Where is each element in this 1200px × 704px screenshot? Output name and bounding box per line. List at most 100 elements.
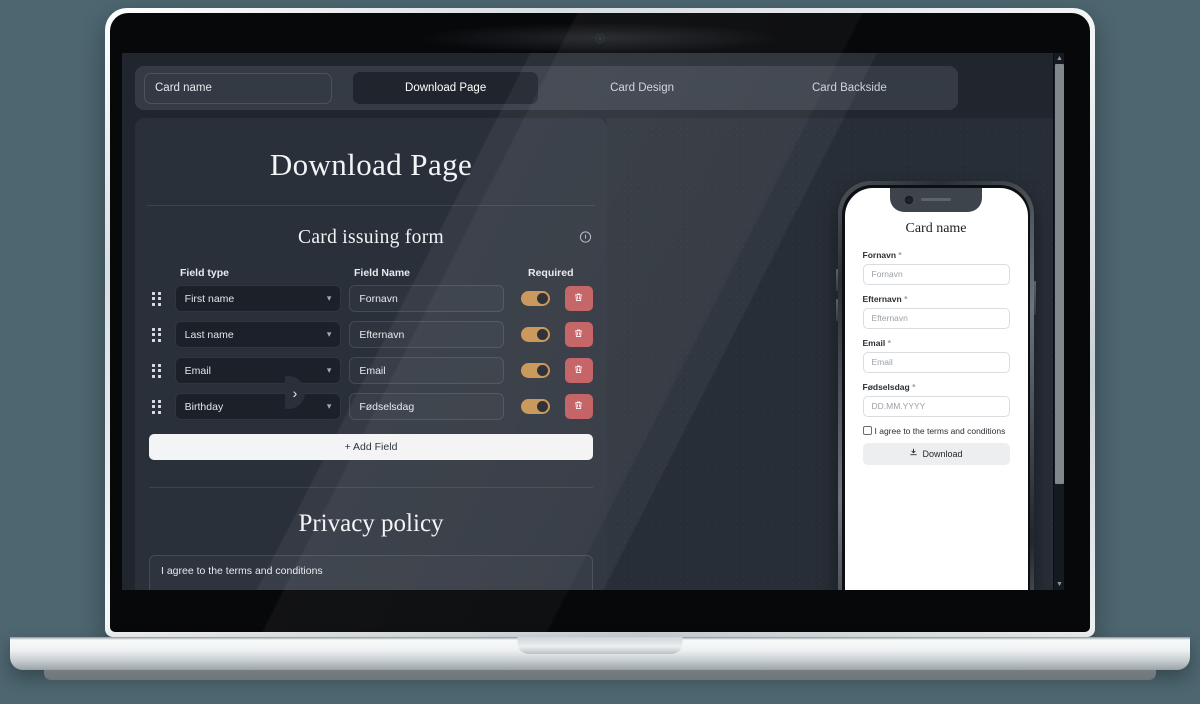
download-button-label: Download xyxy=(922,448,963,459)
column-header-field-name: Field Name xyxy=(354,267,411,279)
browser-viewport: Card name Download Page Card Design Card… xyxy=(122,53,1064,590)
preview-field-input[interactable]: Fornavn xyxy=(862,263,1010,285)
chevron-down-icon: ▾ xyxy=(326,293,332,303)
download-icon xyxy=(909,448,918,459)
field-type-select[interactable]: Last name ▾ xyxy=(174,321,342,348)
preview-fields-container: Fornavn * Fornavn Efternavn * Efternavn Emai… xyxy=(862,250,1010,417)
drag-handle-icon[interactable] xyxy=(149,327,167,342)
required-toggle[interactable] xyxy=(521,363,550,378)
field-name-input[interactable]: Fødselsdag xyxy=(349,393,505,420)
drag-handle-icon[interactable] xyxy=(149,363,167,378)
field-type-value: First name xyxy=(184,292,235,305)
table-row: Last name ▾ Efternavn xyxy=(135,321,607,348)
delete-field-button[interactable] xyxy=(564,394,593,419)
preview-field-label: Email * xyxy=(863,338,1010,348)
phone-volume-down-button xyxy=(836,299,838,321)
field-name-input[interactable]: Efternavn xyxy=(349,321,505,348)
section-title: Card issuing form xyxy=(298,227,444,248)
phone-power-button xyxy=(1034,281,1036,315)
section-header: Card issuing form xyxy=(135,206,607,267)
laptop-screen: Card name Download Page Card Design Card… xyxy=(110,13,1090,632)
drag-handle-icon[interactable] xyxy=(149,291,167,306)
required-asterisk: * xyxy=(887,337,891,348)
preview-card-title: Card name xyxy=(905,220,967,236)
column-header-field-type: Field type xyxy=(180,267,230,279)
chevron-down-icon: ▾ xyxy=(326,329,332,339)
field-name-input[interactable]: Fornavn xyxy=(349,285,505,312)
field-type-value: Birthday xyxy=(184,400,224,413)
field-name-input[interactable]: Email xyxy=(349,357,505,384)
trash-icon xyxy=(573,326,584,344)
phone-screen: Card name Fornavn * Fornavn Efternavn * Eft… xyxy=(844,187,1028,590)
field-type-value: Email xyxy=(184,364,211,377)
preview-field: Fornavn * Fornavn xyxy=(862,250,1010,285)
privacy-policy-textarea[interactable]: I agree to the terms and conditions xyxy=(149,555,593,590)
drag-handle-icon[interactable] xyxy=(149,399,167,414)
card-name-input[interactable]: Card name xyxy=(144,72,332,104)
delete-field-button[interactable] xyxy=(564,286,593,311)
scrollbar-down-arrow[interactable]: ▼ xyxy=(1054,579,1064,590)
laptop-lid: Card name Download Page Card Design Card… xyxy=(105,8,1095,637)
preview-consent-row: I agree to the terms and conditions xyxy=(862,425,1010,436)
vertical-scrollbar[interactable]: ▲ ▼ xyxy=(1053,53,1064,590)
field-type-value: Last name xyxy=(184,328,234,341)
add-field-button[interactable]: + Add Field xyxy=(149,434,593,460)
trash-icon xyxy=(573,290,584,308)
delete-field-button[interactable] xyxy=(564,358,593,383)
preview-field: Fødselsdag * DD.MM.YYYY xyxy=(862,382,1010,417)
screenshot-stage: Card name Download Page Card Design Card… xyxy=(0,0,1200,704)
preview-field-label-text: Fødselsdag xyxy=(862,381,910,392)
phone-preview-area: Card name Fornavn * Fornavn Efternavn * Eft… xyxy=(607,118,1064,590)
preview-field: Email * Email xyxy=(862,338,1010,373)
column-headers: Field type Field Name Required xyxy=(135,267,607,279)
preview-field-input[interactable]: Email xyxy=(862,351,1010,373)
consent-checkbox[interactable] xyxy=(862,426,872,435)
phone-volume-up-button xyxy=(836,269,838,291)
top-tab-bar: Card name Download Page Card Design Card… xyxy=(135,66,958,110)
info-icon[interactable] xyxy=(579,230,592,243)
required-toggle[interactable] xyxy=(521,291,550,306)
table-row: First name ▾ Fornavn xyxy=(135,285,607,312)
preview-field-label: Fødselsdag * xyxy=(863,382,1010,392)
required-toggle[interactable] xyxy=(521,399,550,414)
phone-notch xyxy=(890,187,982,212)
earpiece-speaker-icon xyxy=(921,197,951,202)
field-type-select[interactable]: First name ▾ xyxy=(174,285,342,312)
trash-icon xyxy=(573,398,584,416)
phone-bezel: Card name Fornavn * Fornavn Efternavn * Eft… xyxy=(842,185,1030,590)
tab-download-page[interactable]: Download Page xyxy=(352,72,539,104)
laptop-base xyxy=(10,637,1190,670)
page-title: Download Page xyxy=(269,147,473,182)
laptop-base-notch xyxy=(517,637,683,654)
field-type-select[interactable]: Birthday ▾ xyxy=(174,393,342,420)
required-asterisk: * xyxy=(904,293,908,304)
preview-download-button[interactable]: Download xyxy=(862,442,1010,465)
preview-field-label-text: Email xyxy=(862,337,886,348)
required-toggle[interactable] xyxy=(521,327,550,342)
laptop-foot xyxy=(44,670,1156,680)
column-header-required: Required xyxy=(528,267,574,279)
preview-field-label-text: Fornavn xyxy=(862,249,897,260)
tab-card-backside[interactable]: Card Backside xyxy=(746,72,953,104)
field-type-select[interactable]: Email ▾ xyxy=(174,357,342,384)
consent-label: I agree to the terms and conditions xyxy=(874,425,1006,436)
field-rows-container: First name ▾ Fornavn Last name ▾ Efternavn Ema… xyxy=(135,285,607,420)
download-page-panel: Download Page Card issuing form Field ty… xyxy=(135,118,607,590)
scrollbar-thumb[interactable] xyxy=(1055,64,1064,484)
trash-icon xyxy=(573,362,584,380)
preview-field-input[interactable]: Efternavn xyxy=(862,307,1010,329)
table-row: Email ▾ Email xyxy=(135,357,607,384)
phone-mockup: Card name Fornavn * Fornavn Efternavn * Eft… xyxy=(836,181,1036,590)
chevron-right-icon: › xyxy=(292,384,298,401)
table-row: Birthday ▾ Fødselsdag xyxy=(135,393,607,420)
front-camera-icon xyxy=(905,195,913,204)
tab-card-design[interactable]: Card Design xyxy=(538,72,745,104)
chevron-down-icon: ▾ xyxy=(326,365,332,375)
preview-field-input[interactable]: DD.MM.YYYY xyxy=(862,395,1010,417)
preview-field-label-text: Efternavn xyxy=(862,293,902,304)
delete-field-button[interactable] xyxy=(564,322,593,347)
scrollbar-up-arrow[interactable]: ▲ xyxy=(1054,53,1064,64)
preview-field-label: Efternavn * xyxy=(863,294,1010,304)
preview-field-label: Fornavn * xyxy=(863,250,1010,260)
required-asterisk: * xyxy=(912,381,916,392)
